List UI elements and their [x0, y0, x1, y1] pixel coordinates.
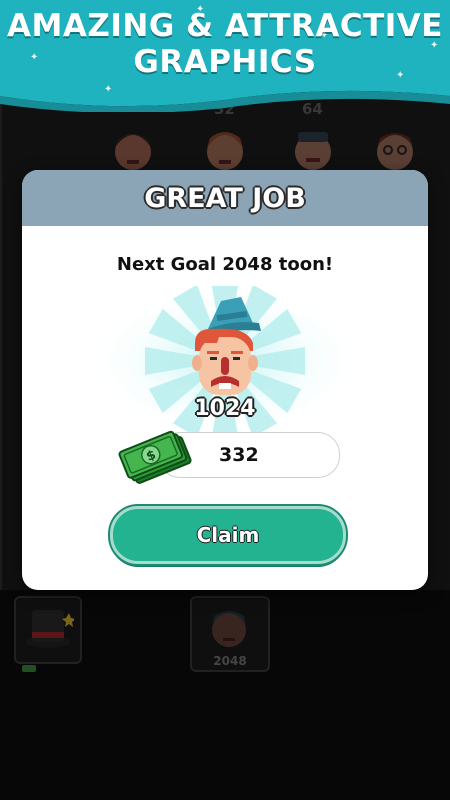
- dialog-title: GREAT JOB: [144, 182, 306, 214]
- claim-button[interactable]: Claim: [110, 506, 346, 564]
- character-level-label: 1024: [194, 396, 256, 421]
- reward-amount: 332: [219, 444, 259, 466]
- promo-banner: ✦ ✦ ✦ ✦ ✦ ✦ AMAZING & ATTRACTIVE GRAPHIC…: [0, 0, 450, 112]
- banner-headline: AMAZING & ATTRACTIVE GRAPHICS: [0, 8, 450, 80]
- character-toon-icon: [192, 297, 261, 395]
- next-goal-text: Next Goal 2048 toon!: [116, 254, 334, 275]
- claim-button-label: Claim: [196, 523, 260, 547]
- dialog-header: GREAT JOB: [22, 170, 428, 226]
- sparkle-icon: ✦: [104, 84, 113, 95]
- level-up-dialog: GREAT JOB Next Goal 2048 toon! 1024 332 …: [22, 170, 428, 590]
- banner-line-1: AMAZING & ATTRACTIVE: [7, 8, 443, 44]
- banner-line-2: GRAPHICS: [133, 44, 317, 80]
- cash-stack-icon: $: [118, 430, 192, 484]
